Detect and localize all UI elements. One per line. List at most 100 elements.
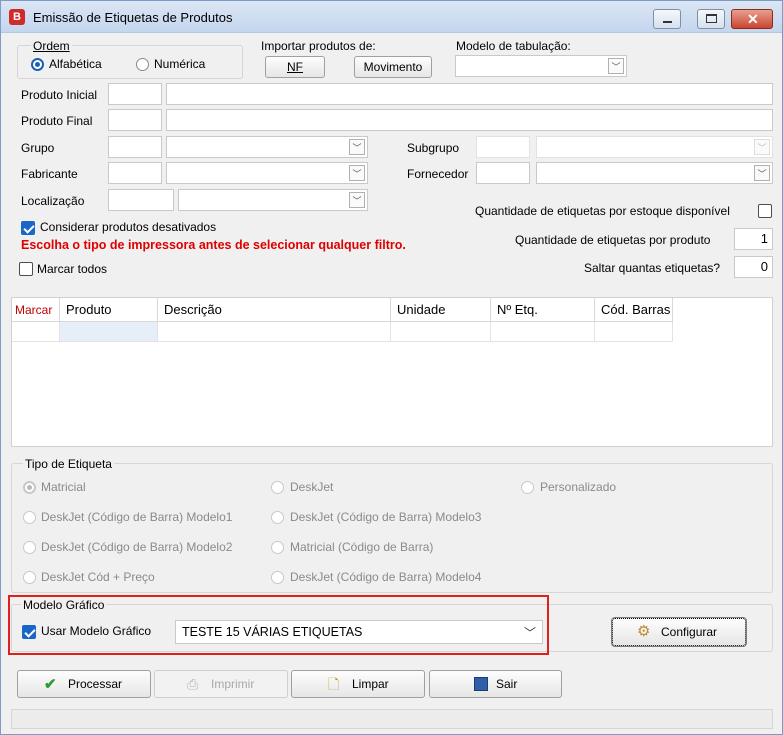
grid-cell[interactable] [391, 322, 491, 342]
tipo-deskjet-cod-preco-label[interactable]: DeskJet Cód + Preço [41, 570, 155, 584]
products-grid[interactable]: Marcar Produto Descrição Unidade Nº Etq.… [11, 297, 773, 447]
tipo-deskjet-modelo1-radio[interactable] [23, 511, 36, 524]
ordem-alfabetica-label[interactable]: Alfabética [49, 57, 102, 71]
produto-inicial-label: Produto Inicial [21, 88, 98, 102]
chevron-down-icon: ﹀ [349, 165, 365, 181]
grid-cell[interactable] [595, 322, 673, 342]
tipo-deskjet-modelo1-label[interactable]: DeskJet (Código de Barra) Modelo1 [41, 510, 232, 524]
localizacao-select[interactable]: ﹀ [178, 189, 368, 211]
tipo-deskjet-modelo3-label[interactable]: DeskJet (Código de Barra) Modelo3 [290, 510, 481, 524]
tipo-personalizado-radio[interactable] [521, 481, 534, 494]
imprimir-button[interactable]: ⎙ Imprimir [154, 670, 288, 698]
processar-button[interactable]: ✔ Processar [17, 670, 151, 698]
marcar-todos-label[interactable]: Marcar todos [37, 262, 107, 276]
status-bar [11, 709, 773, 729]
grid-cell[interactable] [12, 322, 60, 342]
fabricante-select[interactable]: ﹀ [166, 162, 368, 184]
grid-header-marcar[interactable]: Marcar [12, 298, 60, 322]
limpar-button[interactable]: 🗋 Limpar [291, 670, 425, 698]
fabricante-label: Fabricante [21, 167, 78, 181]
localizacao-code-field[interactable] [108, 189, 174, 211]
maximize-button[interactable] [697, 9, 725, 29]
grid-cell[interactable] [491, 322, 595, 342]
close-button[interactable]: ✕ [731, 9, 773, 29]
sair-button[interactable]: Sair [429, 670, 562, 698]
ordem-numerica-radio[interactable] [136, 58, 149, 71]
qtd-estoque-label: Quantidade de etiquetas por estoque disp… [475, 204, 730, 218]
marcar-todos-checkbox[interactable] [19, 262, 33, 276]
grid-header-descricao[interactable]: Descrição [158, 298, 391, 322]
tipo-deskjet-modelo4-radio[interactable] [271, 571, 284, 584]
tipo-deskjet-modelo4-label[interactable]: DeskJet (Código de Barra) Modelo4 [290, 570, 481, 584]
highlight-box [8, 595, 549, 655]
ordem-numerica-label[interactable]: Numérica [154, 57, 205, 71]
ordem-alfabetica-radio[interactable] [31, 58, 44, 71]
tipo-matricial-codbarra-radio[interactable] [271, 541, 284, 554]
tipo-deskjet-modelo2-label[interactable]: DeskJet (Código de Barra) Modelo2 [41, 540, 232, 554]
modelo-tabulacao-label: Modelo de tabulação: [456, 39, 571, 53]
fabricante-code-field[interactable] [108, 162, 162, 184]
subgrupo-label: Subgrupo [407, 141, 460, 155]
configurar-button[interactable]: ⚙ Configurar [611, 617, 747, 647]
new-document-icon: 🗋 [328, 676, 340, 692]
produto-inicial-desc-field[interactable] [166, 83, 773, 105]
grupo-label: Grupo [21, 141, 55, 155]
tipo-matricial-codbarra-label[interactable]: Matricial (Código de Barra) [290, 540, 433, 554]
gear-icon: ⚙ [637, 623, 651, 640]
localizacao-label: Localização [21, 194, 85, 208]
qtd-por-produto-label: Quantidade de etiquetas por produto [515, 233, 711, 247]
warning-text: Escolha o tipo de impressora antes de se… [21, 238, 406, 252]
tipo-deskjet-modelo2-radio[interactable] [23, 541, 36, 554]
produto-final-label: Produto Final [21, 114, 93, 128]
chevron-down-icon: ﹀ [754, 139, 770, 155]
grid-cell[interactable] [158, 322, 391, 342]
printer-icon: ⎙ [187, 676, 199, 692]
configurar-label: Configurar [661, 625, 718, 639]
maximize-icon [706, 14, 717, 23]
movimento-button[interactable]: Movimento [354, 56, 432, 78]
ordem-legend: Ordem [31, 39, 72, 53]
main-window: B Emissão de Etiquetas de Produtos ✕ Ord… [0, 0, 783, 735]
subgrupo-select[interactable]: ﹀ [536, 136, 773, 158]
exit-door-icon [474, 677, 488, 691]
subgrupo-code-field[interactable] [476, 136, 530, 158]
considerar-desativados-checkbox[interactable] [21, 221, 35, 235]
grupo-code-field[interactable] [108, 136, 162, 158]
grid-header-unidade[interactable]: Unidade [391, 298, 491, 322]
tipo-etiqueta-legend: Tipo de Etiqueta [23, 457, 114, 471]
tipo-deskjet-radio[interactable] [271, 481, 284, 494]
minimize-button[interactable] [653, 9, 681, 29]
fornecedor-select[interactable]: ﹀ [536, 162, 773, 184]
tipo-personalizado-label[interactable]: Personalizado [540, 480, 616, 494]
modelo-tabulacao-select[interactable]: ﹀ [455, 55, 627, 77]
nf-button[interactable]: NF [265, 56, 325, 78]
chevron-down-icon: ﹀ [608, 58, 624, 74]
grupo-select[interactable]: ﹀ [166, 136, 368, 158]
tipo-deskjet-modelo3-radio[interactable] [271, 511, 284, 524]
grid-header-produto[interactable]: Produto [60, 298, 158, 322]
saltar-label: Saltar quantas etiquetas? [584, 261, 721, 275]
grid-cell-selected[interactable] [60, 322, 158, 342]
qtd-estoque-checkbox[interactable] [758, 204, 772, 218]
sair-label: Sair [496, 677, 518, 691]
produto-final-desc-field[interactable] [166, 109, 773, 131]
grid-header-netq[interactable]: Nº Etq. [491, 298, 595, 322]
produto-final-code-field[interactable] [108, 109, 162, 131]
processar-label: Processar [68, 677, 123, 691]
tipo-matricial-radio[interactable] [23, 481, 36, 494]
produto-inicial-code-field[interactable] [108, 83, 162, 105]
fornecedor-label: Fornecedor [407, 167, 469, 181]
tipo-deskjet-cod-preco-radio[interactable] [23, 571, 36, 584]
window-title: Emissão de Etiquetas de Produtos [33, 10, 233, 25]
title-bar: B Emissão de Etiquetas de Produtos ✕ [1, 1, 782, 33]
chevron-down-icon: ﹀ [754, 165, 770, 181]
fornecedor-code-field[interactable] [476, 162, 530, 184]
qtd-por-produto-field[interactable]: 1 [734, 228, 773, 250]
chevron-down-icon: ﹀ [349, 192, 365, 208]
tipo-matricial-label[interactable]: Matricial [41, 480, 86, 494]
grid-header-cod-barras[interactable]: Cód. Barras [595, 298, 673, 322]
tipo-deskjet-label[interactable]: DeskJet [290, 480, 333, 494]
close-icon: ✕ [747, 11, 759, 27]
considerar-desativados-label[interactable]: Considerar produtos desativados [40, 220, 216, 234]
saltar-field[interactable]: 0 [734, 256, 773, 278]
